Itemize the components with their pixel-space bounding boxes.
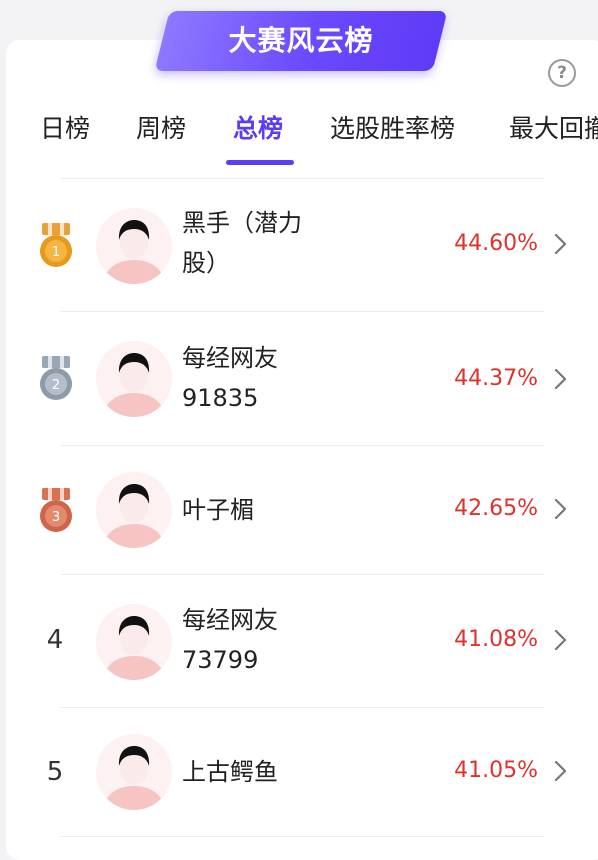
leaderboard-row[interactable]: 2 每经网友91835 44.37% xyxy=(0,312,598,444)
bronze-medal-icon: 3 xyxy=(40,488,72,532)
tab-weekly[interactable]: 周榜 xyxy=(136,110,186,148)
silver-medal-icon: 2 xyxy=(40,356,72,400)
svg-text:2: 2 xyxy=(52,378,60,393)
avatar[interactable] xyxy=(96,472,172,548)
tab-bar: 日榜 周榜 总榜 选股胜率榜 最大回撤 xyxy=(0,110,598,170)
svg-text:3: 3 xyxy=(52,510,60,525)
avatar[interactable] xyxy=(96,341,172,417)
chevron-right-icon[interactable] xyxy=(550,759,570,783)
tab-active-indicator xyxy=(226,160,294,165)
return-rate: 42.65% xyxy=(454,496,538,521)
user-name: 叶子楣 xyxy=(182,496,254,524)
chevron-right-icon[interactable] xyxy=(550,497,570,521)
leaderboard-row[interactable]: 4 每经网友73799 41.08% xyxy=(0,575,598,707)
tab-total[interactable]: 总榜 xyxy=(233,110,283,148)
leaderboard-row[interactable]: 1 黑手（潜力股） 44.60% xyxy=(0,179,598,311)
leaderboard-row[interactable]: 3 叶子楣 42.65% xyxy=(0,446,598,574)
user-name: 上古鳄鱼 xyxy=(182,758,278,786)
rank-number: 4 xyxy=(46,625,64,655)
chevron-right-icon[interactable] xyxy=(550,628,570,652)
avatar[interactable] xyxy=(96,208,172,284)
rank-number: 5 xyxy=(46,757,64,787)
divider xyxy=(60,836,544,837)
tab-daily[interactable]: 日榜 xyxy=(40,110,90,148)
svg-text:1: 1 xyxy=(52,245,60,260)
leaderboard-row[interactable]: 5 上古鳄鱼 41.05% xyxy=(0,708,598,836)
gold-medal-icon: 1 xyxy=(40,223,72,267)
avatar[interactable] xyxy=(96,604,172,680)
return-rate: 44.60% xyxy=(454,231,538,256)
chevron-right-icon[interactable] xyxy=(550,367,570,391)
user-name: 每经网友91835 xyxy=(182,344,278,412)
help-icon[interactable]: ? xyxy=(548,59,576,87)
avatar[interactable] xyxy=(96,734,172,810)
return-rate: 41.05% xyxy=(454,758,538,783)
return-rate: 44.37% xyxy=(454,366,538,391)
user-name: 黑手（潜力股） xyxy=(182,209,302,277)
banner: 大赛风云榜 xyxy=(154,11,448,71)
tab-max-drawdown[interactable]: 最大回撤 xyxy=(509,110,598,148)
banner-title: 大赛风云榜 xyxy=(228,24,374,57)
tab-win-rate[interactable]: 选股胜率榜 xyxy=(330,110,455,148)
user-name: 每经网友73799 xyxy=(182,606,278,674)
return-rate: 41.08% xyxy=(454,627,538,652)
chevron-right-icon[interactable] xyxy=(550,232,570,256)
